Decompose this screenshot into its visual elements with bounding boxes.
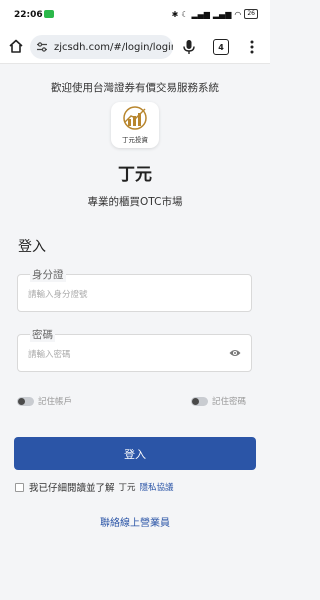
agreement-row: 我已仔細閱讀並了解 丁元 隱私協議 bbox=[15, 480, 174, 494]
more-options-icon[interactable] bbox=[247, 39, 257, 55]
status-icons: ✱ ☾ ▂▄▆ ▂▄▆ ◠ 26 bbox=[172, 9, 258, 19]
remember-account-row[interactable]: 記住帳戶 bbox=[17, 395, 72, 407]
agreement-text: 我已仔細閱讀並了解 bbox=[29, 483, 115, 494]
contact-online-agent-link[interactable]: 聯絡線上營業員 bbox=[0, 514, 270, 529]
remember-account-toggle[interactable] bbox=[17, 396, 34, 406]
status-bar: 22:06 ✱ ☾ ▂▄▆ ▂▄▆ ◠ 26 bbox=[0, 0, 270, 30]
signal-icon: ▂▄▆ bbox=[191, 9, 210, 19]
brand-logo: 丁元投資 bbox=[111, 102, 159, 148]
brand-name: 丁元 bbox=[118, 165, 152, 185]
site-settings-icon[interactable] bbox=[36, 41, 48, 53]
agreement-brand: 丁元 bbox=[118, 483, 136, 493]
show-password-eye-icon[interactable] bbox=[229, 348, 241, 358]
id-number-field[interactable]: 身分證 請輸入身分證號 bbox=[17, 267, 252, 312]
remember-password-label: 記住密碼 bbox=[212, 397, 247, 407]
remember-password-toggle[interactable] bbox=[191, 396, 208, 406]
logo-caption: 丁元投資 bbox=[122, 136, 148, 144]
bluetooth-icon: ✱ bbox=[171, 9, 179, 19]
wifi-icon: ◠ bbox=[234, 9, 242, 19]
welcome-text: 歡迎使用台灣證券有價交易服務系統 bbox=[51, 82, 219, 94]
do-not-disturb-icon: ☾ bbox=[181, 9, 189, 19]
battery-icon: 26 bbox=[244, 9, 258, 19]
agreement-checkbox[interactable] bbox=[15, 482, 24, 492]
remember-account-label: 記住帳戶 bbox=[38, 397, 73, 407]
url-field[interactable]: zjcsdh.com/#/login/login bbox=[30, 35, 173, 59]
signal-icon-2: ▂▄▆ bbox=[212, 9, 232, 19]
id-number-label: 身分證 bbox=[30, 267, 66, 282]
tagline: 專業的櫃買OTC市場 bbox=[87, 196, 183, 208]
password-field[interactable]: 密碼 請輸入密碼 bbox=[17, 327, 252, 372]
microphone-icon[interactable] bbox=[182, 39, 196, 55]
password-placeholder: 請輸入密碼 bbox=[28, 350, 71, 360]
login-heading: 登入 bbox=[18, 239, 46, 255]
id-number-placeholder: 請輸入身分證號 bbox=[28, 290, 88, 300]
tabs-button[interactable]: 4 bbox=[213, 39, 229, 55]
password-label: 密碼 bbox=[30, 327, 55, 342]
privacy-policy-link[interactable]: 隱私協議 bbox=[140, 481, 174, 493]
logo-chart-icon bbox=[123, 106, 147, 130]
remember-password-row[interactable]: 記住密碼 bbox=[191, 395, 246, 407]
url-text: zjcsdh.com/#/login/login bbox=[54, 41, 173, 53]
browser-address-bar: zjcsdh.com/#/login/login 4 bbox=[0, 30, 270, 64]
status-time: 22:06 bbox=[14, 10, 43, 20]
login-button[interactable]: 登入 bbox=[14, 437, 256, 470]
home-icon[interactable] bbox=[8, 38, 24, 54]
message-notification-icon bbox=[44, 10, 54, 18]
